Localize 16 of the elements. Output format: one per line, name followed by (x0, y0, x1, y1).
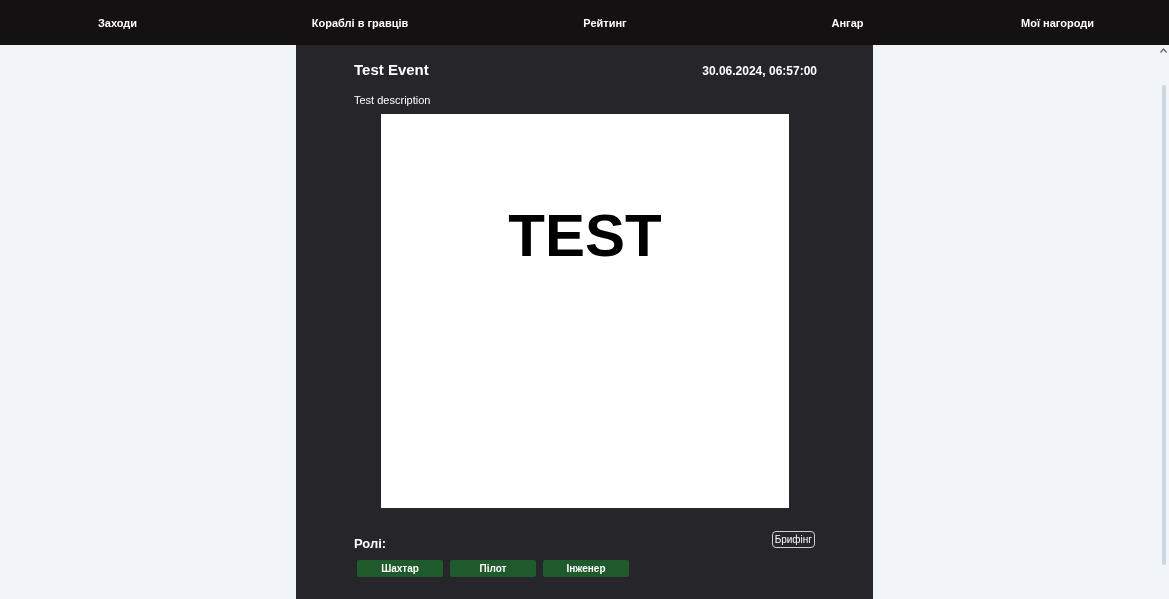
event-title: Test Event (354, 61, 429, 78)
image-text: TEST (508, 206, 662, 266)
nav-link[interactable]: Ангар (825, 12, 870, 33)
role-button[interactable]: Інженер (543, 560, 629, 577)
nav-link[interactable]: Кораблі в гравців (305, 12, 415, 33)
scrollbar-thumb[interactable] (1162, 85, 1166, 565)
event-description: Test description (354, 94, 432, 106)
role-button[interactable]: Шахтар (357, 560, 443, 577)
roles-label: Ролі: (354, 536, 387, 551)
scroll-up-icon[interactable] (1160, 48, 1167, 53)
nav-link[interactable]: Заходи (91, 12, 144, 33)
event-date: 30.06.2024, 06:57:00 (702, 64, 817, 78)
role-button[interactable]: Пілот (450, 560, 536, 577)
nav-link[interactable]: Рейтинг (577, 12, 633, 33)
nav-link[interactable]: Мої нагороди (1015, 12, 1100, 33)
briefing-button[interactable]: Брифінг (771, 531, 815, 548)
